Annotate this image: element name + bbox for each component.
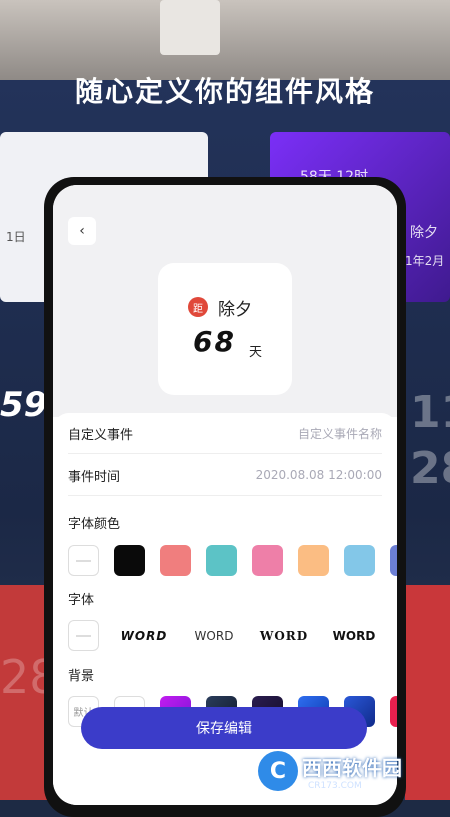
custom-event-input[interactable]: 自定义事件名称 (298, 425, 382, 442)
background-label: 背景 (68, 669, 95, 684)
font-color-swatch[interactable] (344, 545, 375, 576)
background-swatch[interactable] (390, 696, 397, 727)
font-color-swatch[interactable] (206, 545, 237, 576)
font-option[interactable]: WORD (319, 629, 389, 643)
background-card-left-text: 1日 (6, 230, 26, 244)
event-time-label: 事件时间 (68, 469, 121, 485)
font-color-swatch[interactable] (298, 545, 329, 576)
event-time-row[interactable]: 事件时间 2020.08.08 12:00:00 (68, 455, 382, 496)
font-color-swatches (68, 545, 397, 576)
widget-title: 除夕 (218, 300, 252, 320)
background-number-left: 59 (0, 385, 48, 425)
phone-frame: ‹ 距 除夕 68 天 自定义事件 自定义事件名称 事件时间 2020.08.0… (44, 177, 406, 817)
watermark: C 西西软件园 CR173.COM (258, 748, 448, 794)
custom-event-label: 自定义事件 (68, 427, 134, 443)
font-color-label: 字体颜色 (68, 517, 121, 532)
font-color-swatch[interactable] (252, 545, 283, 576)
background-number-right: 11 28 (410, 387, 450, 494)
font-label: 字体 (68, 593, 95, 608)
widget-preview-area: ‹ 距 除夕 68 天 (53, 185, 397, 417)
save-button[interactable]: 保存编辑 (81, 707, 367, 749)
font-option-none[interactable] (68, 620, 99, 651)
event-time-value[interactable]: 2020.08.08 12:00:00 (256, 468, 382, 482)
font-option[interactable]: WORD (179, 629, 249, 643)
back-button[interactable]: ‹ (68, 217, 96, 245)
chevron-left-icon: ‹ (79, 223, 85, 239)
widget-unit: 天 (249, 345, 263, 360)
watermark-logo: C (258, 751, 298, 791)
font-color-swatch[interactable] (390, 545, 397, 576)
font-options: WORD WORD WORD WORD (68, 620, 389, 651)
font-color-swatch[interactable] (160, 545, 191, 576)
font-color-swatch-none[interactable] (68, 545, 99, 576)
font-color-swatch[interactable] (114, 545, 145, 576)
watermark-main: 西西软件园 (302, 755, 402, 780)
background-lamp (160, 0, 220, 55)
widget-days: 68 (193, 325, 236, 358)
widget-preview: 距 除夕 68 天 (158, 263, 292, 395)
custom-event-row[interactable]: 自定义事件 自定义事件名称 (68, 413, 382, 454)
background-card-right-title: 除夕 (410, 225, 438, 241)
font-option[interactable]: WORD (249, 629, 319, 643)
countdown-badge-icon: 距 (188, 297, 208, 317)
font-option[interactable]: WORD (109, 629, 179, 643)
headline: 随心定义你的组件风格 (74, 75, 375, 108)
watermark-text: 西西软件园 CR173.COM (302, 752, 402, 791)
background-card-right-sub: 1年2月 (405, 254, 445, 268)
background-photo (0, 0, 450, 80)
phone-screen: ‹ 距 除夕 68 天 自定义事件 自定义事件名称 事件时间 2020.08.0… (53, 185, 397, 805)
watermark-sub: CR173.COM (308, 780, 362, 791)
